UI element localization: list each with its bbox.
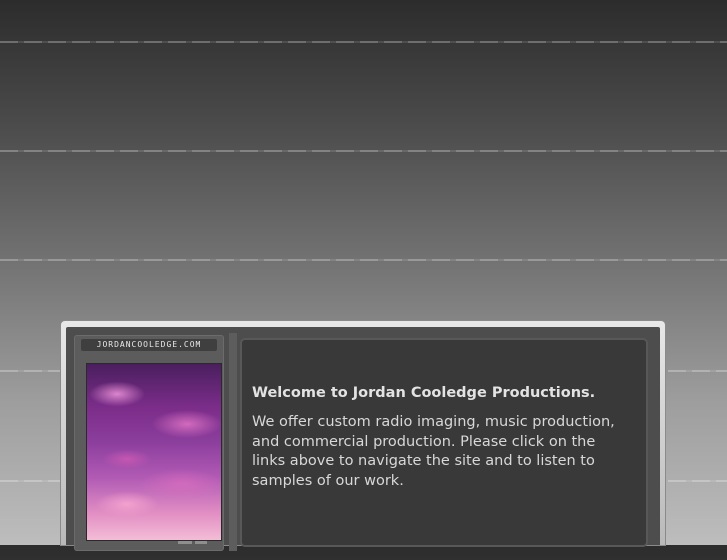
decorative-line [0,480,60,482]
decorative-line [0,41,727,43]
frame-inner: JORDANCOOLEDGE.COM Welcome to Jordan Coo… [66,327,660,551]
sidebar-panel: JORDANCOOLEDGE.COM [74,335,224,551]
decorative-line [0,370,60,372]
decorative-line [668,370,727,372]
decorative-line [668,480,727,482]
sunset-photo [86,363,222,541]
main-frame: JORDANCOOLEDGE.COM Welcome to Jordan Coo… [61,321,665,551]
site-logo[interactable]: JORDANCOOLEDGE.COM [81,339,217,351]
panel-divider [229,333,237,551]
welcome-heading: Welcome to Jordan Cooledge Productions. [252,385,596,401]
photo-caption-marks [178,541,218,546]
welcome-text: We offer custom radio imaging, music pro… [252,414,615,489]
decorative-line [0,150,727,152]
content-panel: Welcome to Jordan Cooledge Productions. … [242,340,646,545]
decorative-line [0,259,727,261]
